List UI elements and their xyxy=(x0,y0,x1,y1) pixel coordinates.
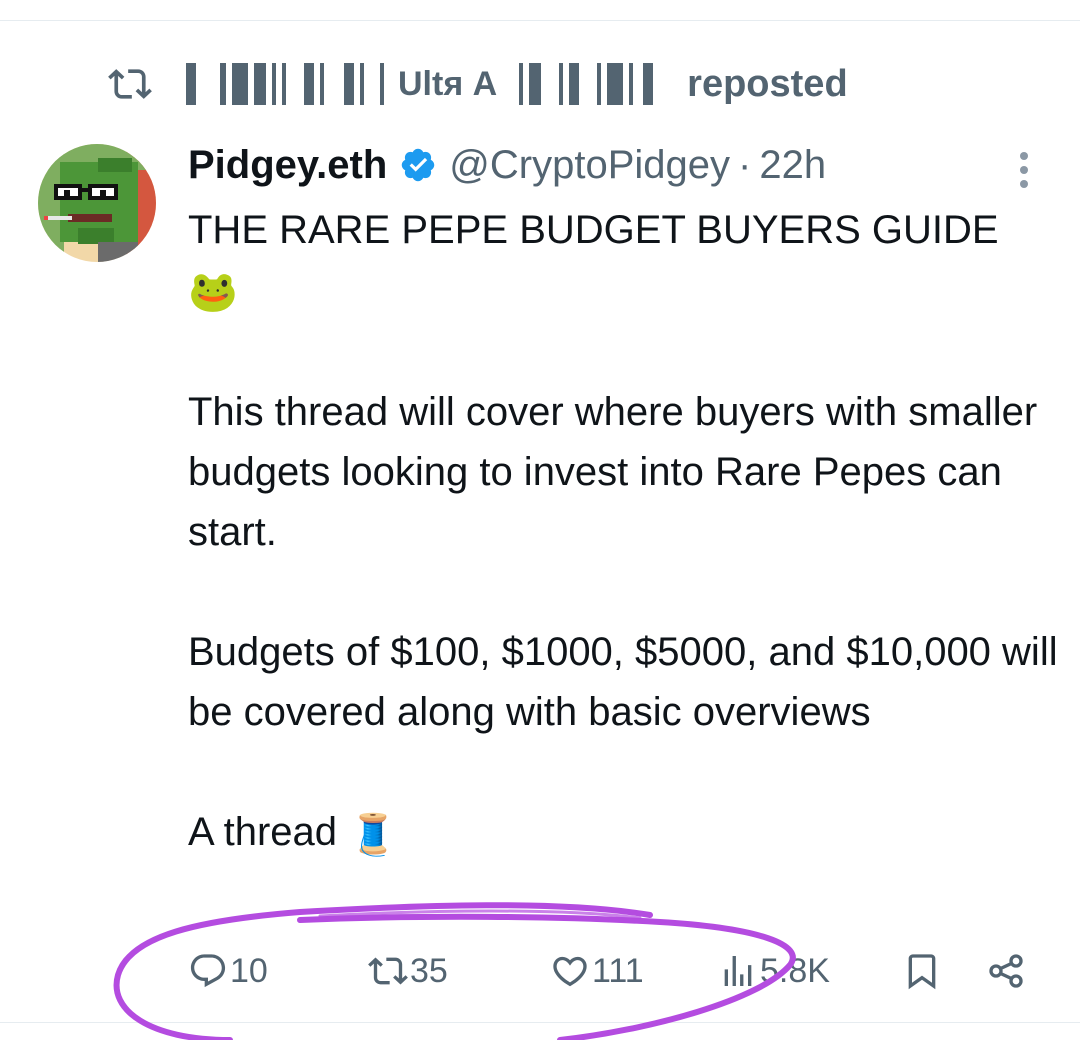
author-avatar[interactable] xyxy=(38,144,156,262)
reply-icon xyxy=(190,954,226,988)
thread-label: A thread xyxy=(188,810,338,855)
share-icon xyxy=(989,954,1023,988)
author-name[interactable]: Pidgey.eth xyxy=(188,143,387,188)
more-icon[interactable] xyxy=(1014,150,1034,190)
bookmark-button[interactable] xyxy=(902,945,944,997)
reply-count: 10 xyxy=(230,951,268,990)
tweet-paragraph-2: Budgets of $100, $1000, $5000, and $10,0… xyxy=(188,630,1058,735)
repost-count: 35 xyxy=(410,951,448,990)
thread-spool-emoji: 🧵 xyxy=(348,811,398,858)
obscured-username-glyphs-right xyxy=(509,62,659,106)
obscured-username-glyphs-left xyxy=(186,62,390,106)
like-button[interactable]: 111 xyxy=(550,945,644,997)
frog-emoji-line: 🐸 xyxy=(188,260,1058,322)
tweet-title-text: THE RARE PEPE BUDGET BUYERS GUIDE xyxy=(188,208,999,252)
like-count: 111 xyxy=(592,951,644,990)
repost-banner[interactable]: Ultя A reposted xyxy=(108,58,848,110)
tweet-body: THE RARE PEPE BUDGET BUYERS GUIDE 🐸 This… xyxy=(188,200,1058,865)
views-icon xyxy=(724,956,752,986)
verified-badge-icon[interactable] xyxy=(399,146,437,184)
share-button[interactable] xyxy=(986,945,1028,997)
tweet-action-bar: 10 35 111 5.8K xyxy=(188,945,1028,997)
repost-button[interactable]: 35 xyxy=(368,945,448,997)
tweet-paragraph-3: A thread 🧵 xyxy=(188,802,1058,864)
top-divider xyxy=(0,20,1080,21)
tweet-header: Pidgey.eth @CryptoPidgey · 22h xyxy=(188,138,826,192)
tweet-title: THE RARE PEPE BUDGET BUYERS GUIDE xyxy=(188,200,1058,260)
bottom-divider xyxy=(0,1022,1080,1023)
frog-emoji: 🐸 xyxy=(188,269,238,316)
reposted-label: reposted xyxy=(687,62,848,105)
author-handle[interactable]: @CryptoPidgey xyxy=(449,143,730,188)
views-count: 5.8K xyxy=(760,951,830,990)
reply-button[interactable]: 10 xyxy=(188,945,268,997)
tweet-paragraph-1: This thread will cover where buyers with… xyxy=(188,390,1038,555)
views-button[interactable]: 5.8K xyxy=(718,945,830,997)
separator-dot: · xyxy=(738,142,752,187)
pixel-frog-avatar-image xyxy=(38,144,156,262)
tweet-timestamp[interactable]: 22h xyxy=(759,143,826,188)
repost-icon xyxy=(108,69,152,99)
repost-action-icon xyxy=(368,957,408,985)
bookmark-icon xyxy=(908,954,936,990)
repost-user-fragment: Ultя A xyxy=(398,64,498,103)
like-icon xyxy=(553,956,587,987)
